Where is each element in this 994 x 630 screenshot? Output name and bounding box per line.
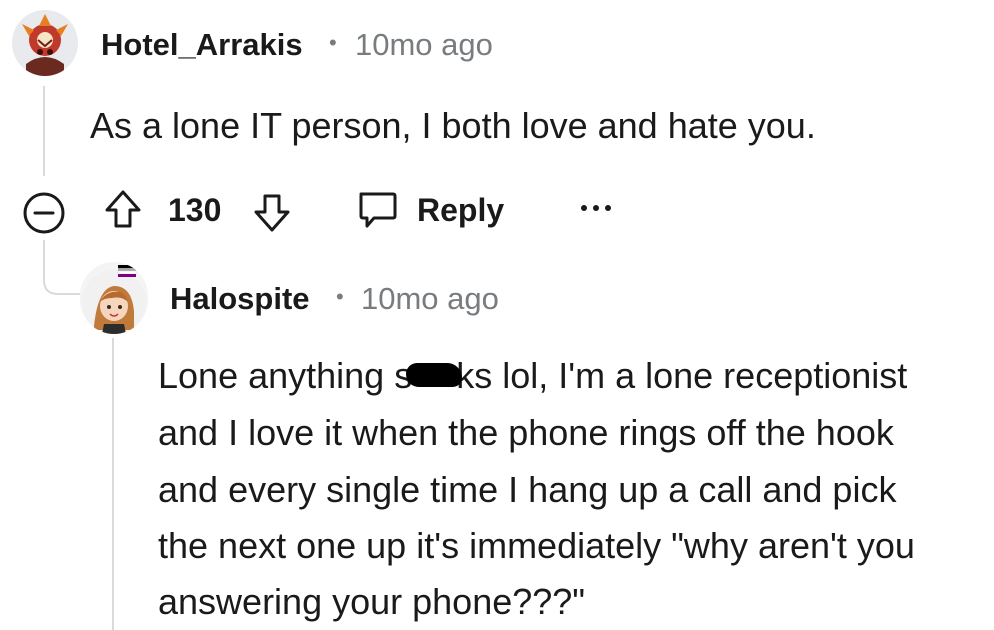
reply-meta-separator: •	[336, 284, 344, 309]
anime-avatar-icon	[82, 265, 146, 334]
reply-author[interactable]: Halospite	[170, 281, 310, 317]
thread-curve	[43, 270, 80, 295]
parent-thread-line	[43, 86, 45, 176]
comment-timestamp[interactable]: 10mo ago	[355, 27, 493, 63]
reply-timestamp[interactable]: 10mo ago	[361, 281, 499, 317]
comment-body: As a lone IT person, I both love and hat…	[90, 105, 816, 146]
reply-body-text: ks lol, I'm a lone receptionist	[456, 355, 908, 396]
upvote-button[interactable]	[103, 188, 143, 232]
more-options-button[interactable]	[578, 196, 614, 220]
reply-body-line: and I love it when the phone rings off t…	[158, 412, 894, 453]
more-dots-icon	[581, 205, 611, 211]
reply-avatar[interactable]	[80, 262, 148, 334]
reply-button[interactable]: Reply	[356, 185, 506, 235]
reply-body-line: and every single time I hang up a call a…	[158, 469, 897, 510]
reply-body-text: Lone anything s	[158, 355, 413, 396]
upvote-arrow-icon	[105, 190, 141, 228]
vote-count: 130	[168, 192, 222, 228]
downvote-button[interactable]	[252, 190, 292, 234]
collapse-minus-icon	[23, 192, 65, 234]
reply-body-line: Lone anything s ks lol, I'm a lone recept…	[158, 348, 907, 404]
collapse-button[interactable]	[22, 191, 66, 235]
comment-author[interactable]: Hotel_Arrakis	[101, 27, 303, 63]
reply-body-line: the next one up it's immediately "why ar…	[158, 525, 915, 566]
avatar[interactable]	[12, 10, 78, 76]
reply-thread-line	[112, 338, 114, 630]
downvote-arrow-icon	[254, 194, 290, 232]
reply-label: Reply	[417, 192, 505, 228]
speech-bubble-icon	[359, 192, 397, 228]
demogorgon-avatar-icon	[12, 10, 78, 76]
reply-body-line: answering your phone???"	[158, 581, 586, 622]
redaction-mark	[406, 363, 463, 388]
meta-separator: •	[329, 30, 337, 55]
